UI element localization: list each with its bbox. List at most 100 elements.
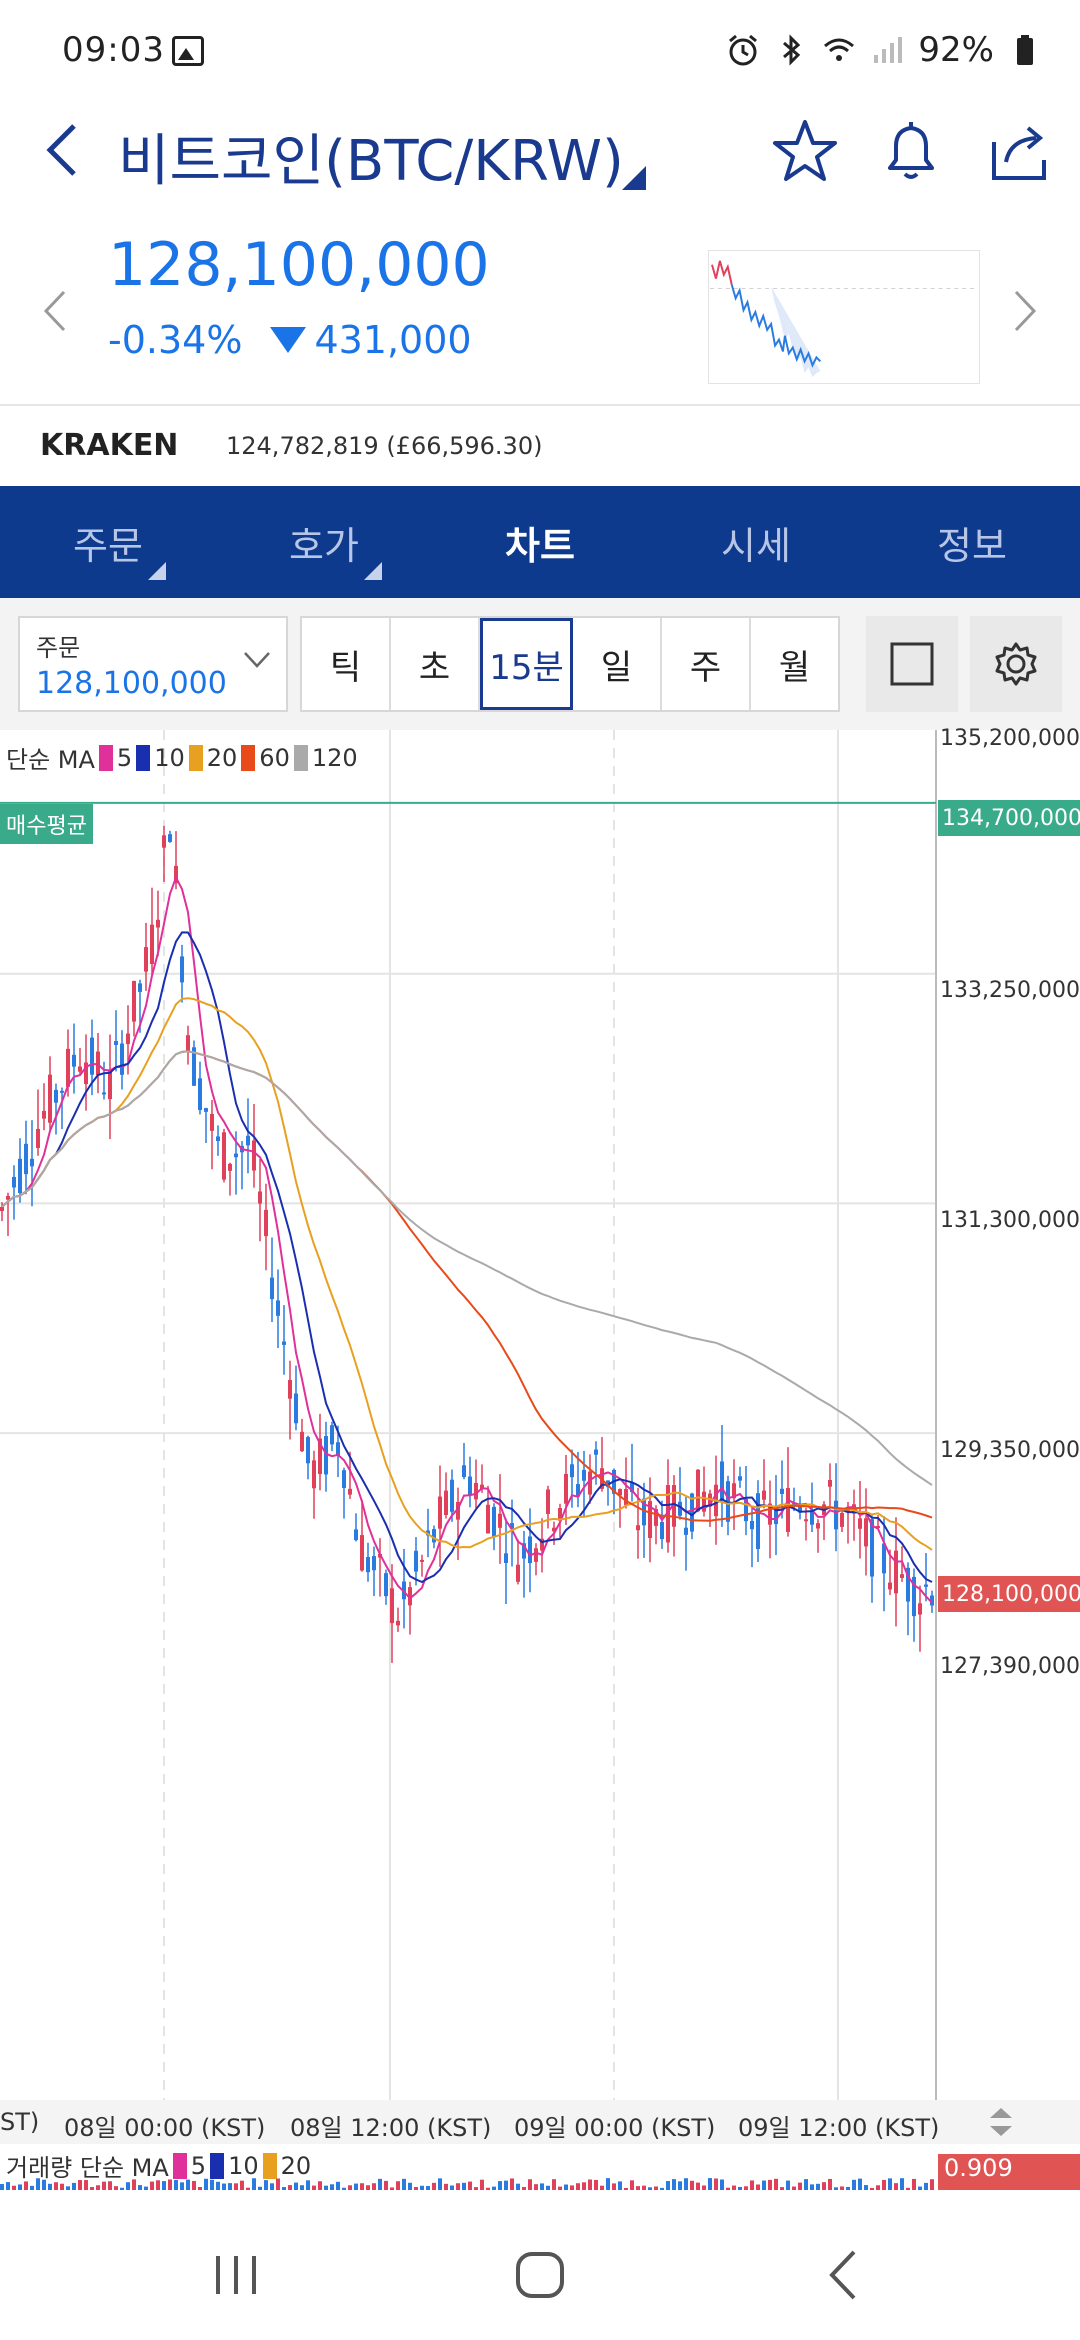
chart-settings-button[interactable] <box>970 616 1062 712</box>
mini-price-chart[interactable] <box>708 250 980 384</box>
price-chart[interactable]: 단순 MA 5 10 20 60 120 매수평균 135,200,000 13… <box>0 726 1080 2190</box>
candle-body <box>150 924 154 964</box>
volume-bar <box>108 2181 112 2190</box>
candle-body <box>888 1582 892 1590</box>
candle-body <box>900 1574 904 1578</box>
candle-body <box>144 947 148 972</box>
candle-body <box>120 1043 124 1075</box>
volume-bar <box>312 2185 316 2190</box>
candle-body <box>126 1033 130 1045</box>
candle-body <box>390 1588 394 1624</box>
back-nav-icon[interactable] <box>804 2240 884 2310</box>
candle-body <box>108 1069 112 1100</box>
volume-bar <box>480 2179 484 2190</box>
candle-body <box>78 1066 82 1072</box>
ma-legend-prefix: 단순 MA <box>6 746 95 774</box>
volume-bar <box>402 2178 406 2190</box>
prev-coin-icon[interactable] <box>40 286 70 336</box>
candle-body <box>252 1140 256 1171</box>
candle-body <box>864 1518 868 1547</box>
volume-bar <box>186 2179 190 2190</box>
volume-bar <box>438 2178 442 2190</box>
candle-body <box>234 1153 238 1158</box>
volume-bar <box>552 2179 556 2190</box>
candle-body <box>462 1465 466 1478</box>
period-day[interactable]: 일 <box>573 618 662 710</box>
chart-canvas[interactable] <box>0 730 1080 2100</box>
volume-bar <box>408 2182 412 2190</box>
volume-bar <box>24 2181 28 2190</box>
period-15min[interactable]: 15분 <box>480 618 573 710</box>
change-amount-wrap: 431,000 <box>270 318 472 362</box>
tab-order[interactable]: 주문 <box>0 486 216 598</box>
volume-bar <box>612 2183 616 2190</box>
tab-info-label: 정보 <box>937 523 1007 568</box>
volume-bar <box>276 2178 280 2190</box>
order-select-value: 128,100,000 <box>36 666 227 701</box>
tab-orderbook[interactable]: 호가 <box>216 486 432 598</box>
volume-bar <box>792 2186 796 2190</box>
order-select[interactable]: 주문 128,100,000 <box>18 616 288 712</box>
volume-bar <box>198 2187 202 2190</box>
volume-bar <box>834 2187 838 2190</box>
y-tick-label: 129,350,000 <box>940 1438 1080 1463</box>
volume-bar <box>0 2184 4 2190</box>
bell-icon[interactable] <box>876 116 946 186</box>
current-price: 128,100,000 <box>108 230 490 300</box>
candle-body <box>840 1513 844 1527</box>
volume-bar <box>378 2178 382 2190</box>
candle-body <box>42 1110 46 1119</box>
volume-bar <box>756 2184 760 2190</box>
candle-body <box>360 1535 364 1571</box>
volume-bar <box>828 2178 832 2190</box>
candle-body <box>786 1488 790 1532</box>
volume-bar <box>390 2187 394 2190</box>
volume-bar <box>66 2186 70 2190</box>
volume-bar <box>708 2178 712 2190</box>
volume-bar <box>486 2187 490 2190</box>
candle-body <box>660 1522 664 1540</box>
volume-bar <box>840 2186 844 2190</box>
candle-body <box>342 1470 346 1489</box>
volume-bar <box>330 2184 334 2190</box>
volume-bar <box>780 2187 784 2190</box>
candle-body <box>90 1037 94 1075</box>
favorite-star-icon[interactable] <box>770 116 840 186</box>
period-tick[interactable]: 틱 <box>302 618 391 710</box>
page-title[interactable]: 비트코인(BTC/KRW) <box>118 116 624 197</box>
volume-bar <box>462 2182 466 2190</box>
candle-body <box>186 1035 190 1053</box>
period-month[interactable]: 월 <box>751 618 838 710</box>
tab-info[interactable]: 정보 <box>864 486 1080 598</box>
period-week[interactable]: 주 <box>662 618 751 710</box>
tab-market-price[interactable]: 시세 <box>648 486 864 598</box>
volume-bar <box>540 2183 544 2190</box>
volume-bar <box>30 2185 34 2190</box>
x-tick-label: 09일 12:00 (KST) <box>738 2114 940 2142</box>
recent-apps-icon[interactable] <box>196 2240 276 2310</box>
resize-handle-icon[interactable] <box>986 2106 1016 2138</box>
candle-body <box>264 1209 268 1237</box>
title-dropdown-icon[interactable] <box>622 166 646 190</box>
exchange-price: 124,782,819 (£66,596.30) <box>226 432 543 460</box>
volume-bar <box>468 2181 472 2190</box>
volume-bar <box>738 2186 742 2190</box>
share-icon[interactable] <box>984 116 1054 186</box>
candle-body <box>858 1518 862 1529</box>
tab-chart[interactable]: 차트 <box>432 486 648 598</box>
period-second[interactable]: 초 <box>391 618 480 710</box>
home-icon[interactable] <box>500 2240 580 2310</box>
volume-bar <box>816 2183 820 2190</box>
candle-body <box>498 1513 502 1528</box>
drawing-tool-button[interactable] <box>866 616 958 712</box>
volume-bar <box>54 2182 58 2190</box>
candle-body <box>168 834 172 842</box>
next-coin-icon[interactable] <box>1010 286 1040 336</box>
volume-bar <box>684 2178 688 2190</box>
ma-legend: 단순 MA 5 10 20 60 120 <box>6 740 358 775</box>
candle-body <box>696 1469 700 1512</box>
volume-bar <box>894 2183 898 2190</box>
back-icon[interactable] <box>38 120 88 180</box>
volume-bar <box>246 2187 250 2190</box>
volume-bar <box>630 2180 634 2190</box>
